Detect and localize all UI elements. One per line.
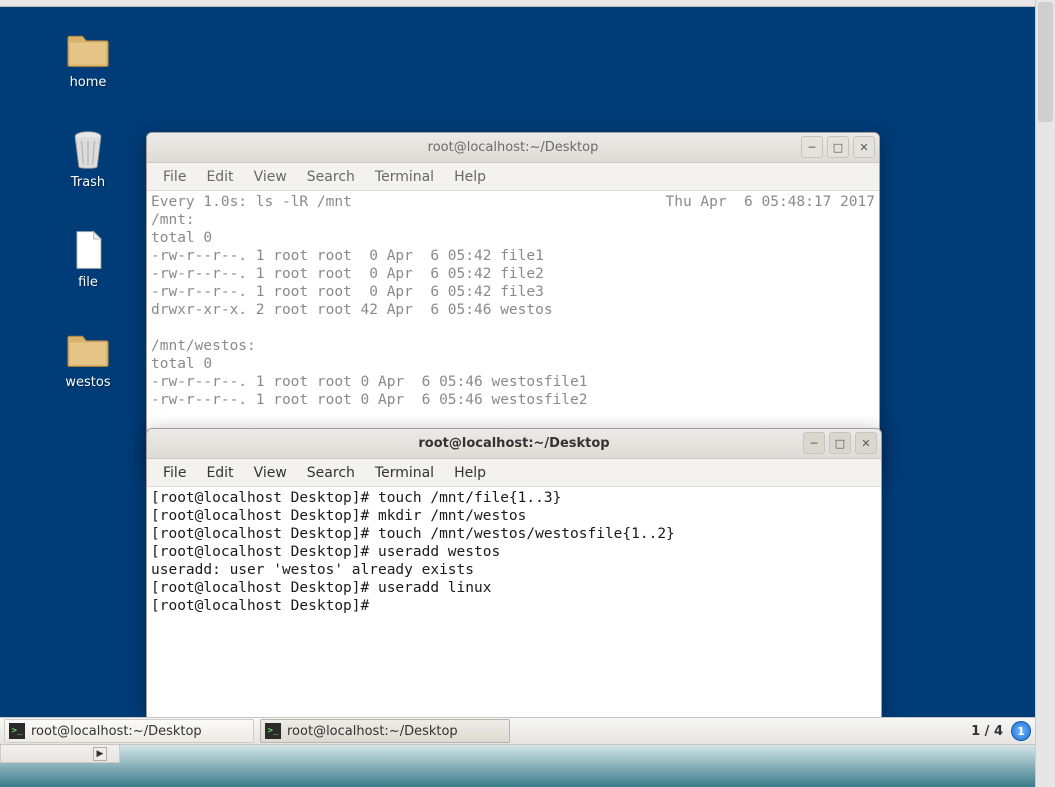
watch-header-right: Thu Apr 6 05:48:17 2017 (665, 193, 875, 211)
notification-badge[interactable]: 1 (1011, 721, 1031, 741)
desktop-icon-label: westos (48, 375, 128, 390)
menu-search[interactable]: Search (297, 461, 365, 485)
minimize-button[interactable]: ─ (801, 136, 823, 158)
menu-terminal[interactable]: Terminal (365, 461, 444, 485)
output-line: -rw-r--r--. 1 root root 0 Apr 6 05:46 we… (151, 392, 588, 408)
output-line: [root@localhost Desktop]# mkdir /mnt/wes… (151, 508, 526, 524)
menubar: File Edit View Search Terminal Help (147, 163, 879, 191)
output-line: useradd: user 'westos' already exists (151, 562, 474, 578)
scrollbar-handle[interactable] (1038, 2, 1053, 122)
output-line: [root@localhost Desktop]# touch /mnt/wes… (151, 526, 675, 542)
menu-file[interactable]: File (153, 461, 196, 485)
menu-edit[interactable]: Edit (196, 461, 243, 485)
taskbar-item-label: root@localhost:~/Desktop (287, 724, 458, 739)
output-line: -rw-r--r--. 1 root root 0 Apr 6 05:42 fi… (151, 284, 544, 300)
output-line: total 0 (151, 230, 212, 246)
menu-view[interactable]: View (244, 461, 297, 485)
output-line: /mnt: (151, 212, 195, 228)
close-button[interactable]: ✕ (853, 136, 875, 158)
taskbar: >_ root@localhost:~/Desktop >_ root@loca… (0, 717, 1035, 745)
folder-icon (64, 329, 112, 371)
menu-help[interactable]: Help (444, 165, 496, 189)
window-title: root@localhost:~/Desktop (155, 140, 871, 155)
menu-search[interactable]: Search (297, 165, 365, 189)
menu-file[interactable]: File (153, 165, 196, 189)
output-line: [root@localhost Desktop]# (151, 598, 378, 614)
top-panel (0, 0, 1055, 7)
terminal-output[interactable]: [root@localhost Desktop]# touch /mnt/fil… (147, 487, 881, 617)
workspace-pager[interactable]: 1 / 4 (971, 724, 1003, 739)
window-title: root@localhost:~/Desktop (155, 436, 873, 451)
output-line: drwxr-xr-x. 2 root root 42 Apr 6 05:46 w… (151, 302, 553, 318)
watch-header-left: Every 1.0s: ls -lR /mnt (151, 194, 352, 210)
output-line: -rw-r--r--. 1 root root 0 Apr 6 05:46 we… (151, 374, 588, 390)
desktop-icon-label: home (48, 75, 128, 90)
output-line: [root@localhost Desktop]# useradd linux (151, 580, 491, 596)
output-line: total 0 (151, 356, 212, 372)
trash-icon (64, 129, 112, 171)
bottom-scroll-bar: ▶ (0, 745, 120, 763)
titlebar[interactable]: root@localhost:~/Desktop ─ □ ✕ (147, 133, 879, 163)
desktop-icon-file[interactable]: file (48, 229, 128, 290)
minimize-button[interactable]: ─ (803, 432, 825, 454)
desktop-icon-label: Trash (48, 175, 128, 190)
desktop-icon-label: file (48, 275, 128, 290)
bottom-strip: ▶ (0, 745, 1035, 787)
output-line: -rw-r--r--. 1 root root 0 Apr 6 05:42 fi… (151, 248, 544, 264)
desktop-icon-trash[interactable]: Trash (48, 129, 128, 190)
menu-view[interactable]: View (244, 165, 297, 189)
menu-edit[interactable]: Edit (196, 165, 243, 189)
taskbar-item[interactable]: >_ root@localhost:~/Desktop (4, 719, 254, 743)
terminal-window-watch[interactable]: root@localhost:~/Desktop ─ □ ✕ File Edit… (146, 132, 880, 472)
taskbar-item[interactable]: >_ root@localhost:~/Desktop (260, 719, 510, 743)
output-line: -rw-r--r--. 1 root root 0 Apr 6 05:42 fi… (151, 266, 544, 282)
titlebar[interactable]: root@localhost:~/Desktop ─ □ ✕ (147, 429, 881, 459)
close-button[interactable]: ✕ (855, 432, 877, 454)
desktop-icon-westos[interactable]: westos (48, 329, 128, 390)
file-icon (64, 229, 112, 271)
terminal-output[interactable]: Every 1.0s: ls -lR /mnt Thu Apr 6 05:48:1… (147, 191, 879, 411)
desktop-icon-home[interactable]: home (48, 29, 128, 90)
taskbar-item-label: root@localhost:~/Desktop (31, 724, 202, 739)
terminal-icon: >_ (265, 723, 281, 739)
menu-help[interactable]: Help (444, 461, 496, 485)
output-line: [root@localhost Desktop]# useradd westos (151, 544, 500, 560)
terminal-icon: >_ (9, 723, 25, 739)
scroll-right-button[interactable]: ▶ (93, 747, 107, 761)
terminal-window-shell[interactable]: root@localhost:~/Desktop ─ □ ✕ File Edit… (146, 428, 882, 718)
output-line: /mnt/westos: (151, 338, 256, 354)
maximize-button[interactable]: □ (829, 432, 851, 454)
desktop: home Trash file westos root@localhost:~/… (0, 7, 1035, 787)
page-scrollbar[interactable] (1035, 0, 1055, 787)
menubar: File Edit View Search Terminal Help (147, 459, 881, 487)
maximize-button[interactable]: □ (827, 136, 849, 158)
menu-terminal[interactable]: Terminal (365, 165, 444, 189)
output-line: [root@localhost Desktop]# touch /mnt/fil… (151, 490, 561, 506)
folder-icon (64, 29, 112, 71)
